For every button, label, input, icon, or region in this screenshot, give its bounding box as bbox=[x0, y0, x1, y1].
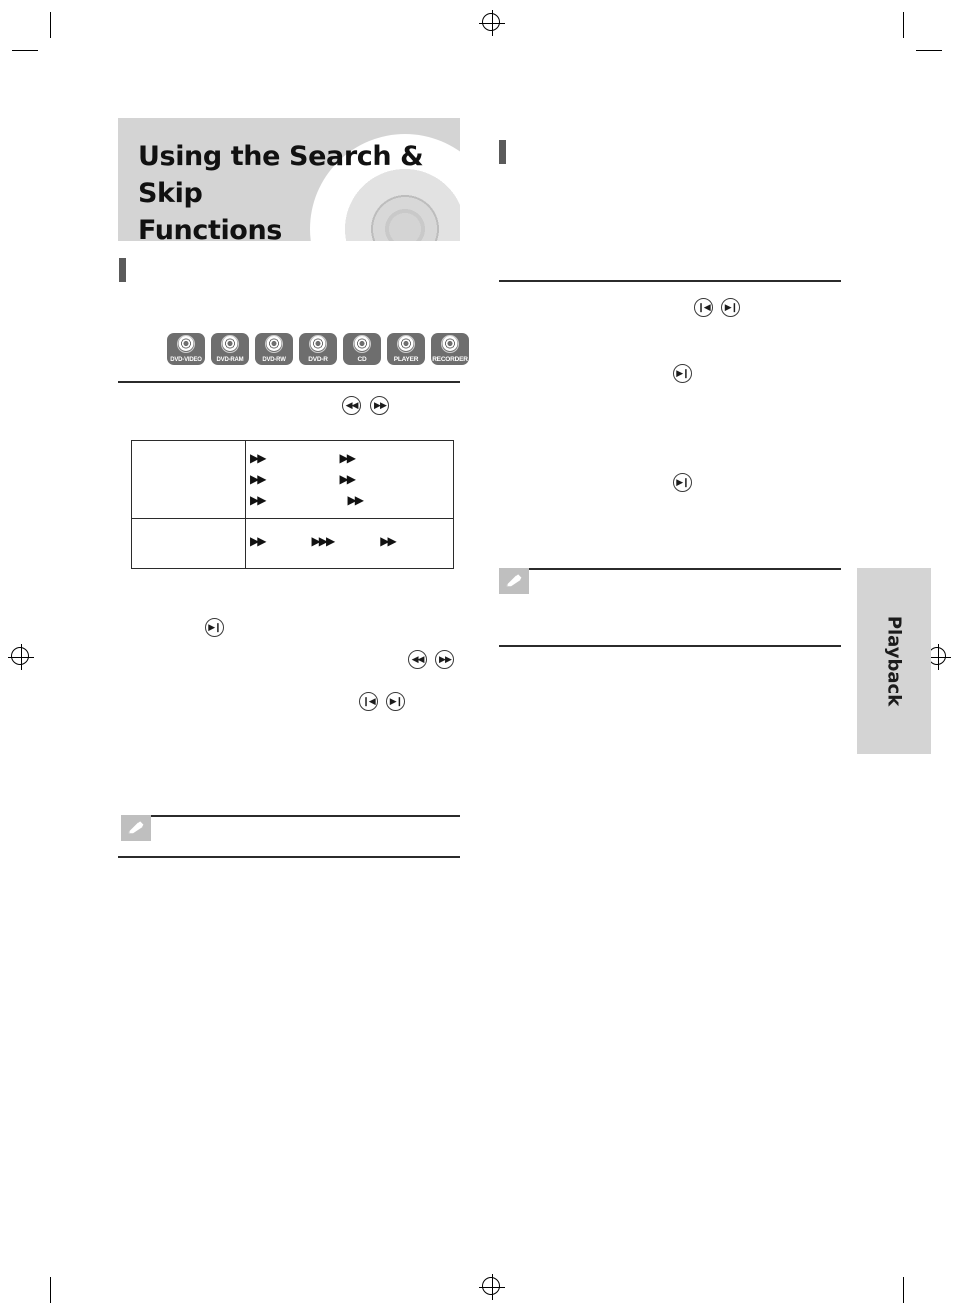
dvd-rw-badge-label: DVD-RW bbox=[262, 357, 286, 363]
speed-glyph: ▶▶ bbox=[347, 493, 365, 507]
cd-badge: CD bbox=[343, 333, 381, 365]
skip-next-key-mid[interactable]: ▶❙ bbox=[673, 364, 692, 383]
crop-mark-bottom-right-v bbox=[903, 1277, 904, 1303]
speed-glyph: ▶▶▶ bbox=[311, 534, 336, 548]
skip-keys-inline-1: ◀◀ ▶▶ bbox=[408, 650, 455, 669]
skip-back-key[interactable]: ◀◀ bbox=[408, 650, 427, 669]
dvd-r-badge-label: DVD-R bbox=[308, 356, 328, 363]
skip-next-key-low[interactable]: ▶❙ bbox=[673, 473, 692, 492]
search-keys-inline: ◀◀ ▶▶ bbox=[342, 396, 390, 415]
speed-glyph: ▶▶ bbox=[339, 451, 357, 465]
cd-badge-label: CD bbox=[357, 356, 367, 363]
side-tab-label: Playback bbox=[883, 615, 905, 707]
page-title-line2: Functions bbox=[138, 215, 282, 241]
registration-mark-top bbox=[479, 10, 505, 36]
right-note-rule-bottom bbox=[499, 645, 841, 647]
speed-glyph: ▶▶ bbox=[250, 451, 267, 465]
skip-prev-key[interactable]: ❙◀ bbox=[359, 692, 378, 711]
dvd-ram-badge: DVD-RAM bbox=[211, 333, 249, 365]
pencil-note-icon bbox=[499, 568, 529, 594]
table-horizontal-divider bbox=[132, 518, 453, 519]
dvd-ram-badge-label: DVD-RAM bbox=[216, 357, 244, 363]
recorder-badge-label: RECORDER bbox=[432, 356, 468, 363]
table-vertical-divider bbox=[245, 441, 246, 568]
skip-next-key-right[interactable]: ▶❙ bbox=[721, 298, 741, 317]
left-rule-under-badges bbox=[118, 381, 460, 383]
skip-next-key[interactable]: ▶❙ bbox=[386, 692, 406, 711]
dvd-video-badge: DVD-VIDEO bbox=[167, 333, 205, 365]
skip-forward-key[interactable]: ▶▶ bbox=[435, 650, 455, 669]
page-title-box: Using the Search & Skip Functions bbox=[118, 118, 460, 241]
left-note-rule-bottom bbox=[118, 856, 460, 858]
speed-glyph: ▶▶ bbox=[250, 472, 267, 486]
skip-keys-inline-2: ❙◀ ▶❙ bbox=[359, 692, 406, 711]
dvd-video-badge-label: DVD-VIDEO bbox=[170, 357, 202, 363]
right-rule-top bbox=[499, 280, 841, 282]
speed-glyph: ▶▶ bbox=[339, 472, 357, 486]
pencil-note-icon bbox=[121, 815, 151, 841]
registration-mark-left bbox=[8, 644, 34, 670]
play-key-inline: ▶❙ bbox=[205, 618, 224, 637]
skip-prev-key-right[interactable]: ❙◀ bbox=[694, 298, 713, 317]
crop-mark-top-right-h bbox=[916, 50, 942, 51]
table-row: ▶▶ ▶▶ bbox=[250, 493, 365, 507]
table-row: ▶▶ ▶▶ bbox=[250, 451, 357, 465]
crop-mark-top-left-v bbox=[50, 12, 51, 38]
recorder-badge: RECORDER bbox=[431, 333, 469, 365]
skip-key-inline-right-low: ▶❙ bbox=[673, 473, 692, 492]
play-pause-key[interactable]: ▶❙ bbox=[205, 618, 224, 637]
speed-glyph: ▶▶ bbox=[250, 534, 267, 548]
crop-mark-top-right-v bbox=[903, 12, 904, 38]
skip-keys-inline-right-top: ❙◀ ▶❙ bbox=[694, 298, 741, 317]
search-back-key[interactable]: ◀◀ bbox=[342, 396, 361, 415]
left-note-rule-top bbox=[151, 815, 460, 817]
crop-mark-top-left-h bbox=[12, 50, 38, 51]
player-badge: PLAYER bbox=[387, 333, 425, 365]
page-title: Using the Search & Skip Functions bbox=[138, 138, 458, 241]
left-section-marker bbox=[119, 258, 126, 282]
player-badge-label: PLAYER bbox=[393, 356, 419, 363]
dvd-rw-badge: DVD-RW bbox=[255, 333, 293, 365]
search-speed-table: ▶▶ ▶▶ ▶▶ ▶▶ ▶▶ ▶▶ ▶▶ ▶▶▶ ▶▶ bbox=[131, 440, 454, 569]
crop-mark-bottom-left-v bbox=[50, 1277, 51, 1303]
speed-glyph: ▶▶ bbox=[380, 534, 397, 548]
search-forward-key[interactable]: ▶▶ bbox=[370, 396, 390, 415]
chapter-side-tab: Playback bbox=[857, 568, 931, 754]
dvd-r-badge: DVD-R bbox=[299, 333, 337, 365]
page-title-line1: Using the Search & Skip bbox=[138, 141, 424, 209]
table-row: ▶▶ ▶▶ bbox=[250, 472, 357, 486]
registration-mark-bottom bbox=[479, 1274, 505, 1300]
speed-glyph: ▶▶ bbox=[250, 493, 267, 507]
right-note-rule-top bbox=[529, 568, 841, 570]
right-section-marker bbox=[499, 140, 506, 164]
table-row: ▶▶ ▶▶▶ ▶▶ bbox=[250, 534, 397, 548]
disc-type-badge-group: DVD-VIDEO DVD-RAM DVD-RW DVD-R CD PLAYER… bbox=[167, 333, 469, 365]
skip-key-inline-right-mid: ▶❙ bbox=[673, 364, 692, 383]
